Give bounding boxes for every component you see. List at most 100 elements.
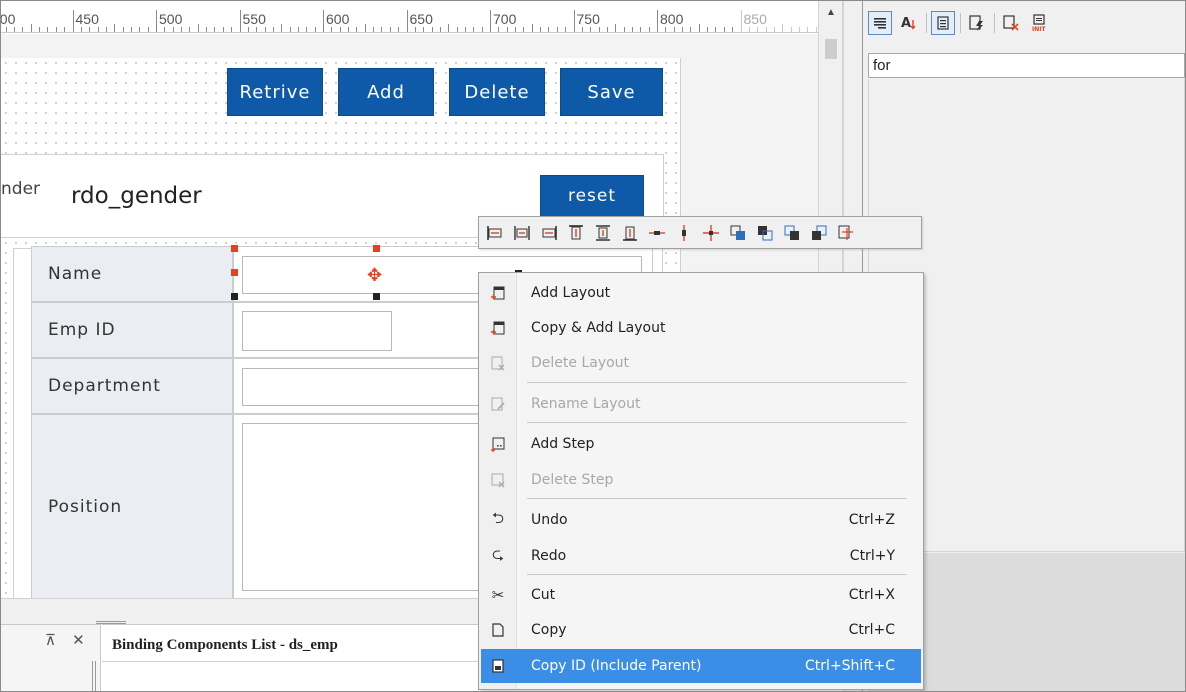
ruler-tick xyxy=(573,10,575,32)
ruler-tick xyxy=(498,27,500,32)
context-menu: Add Layout Copy & Add Layout Delete Layo… xyxy=(478,272,924,690)
ruler-tick xyxy=(281,24,283,32)
rename-layout-icon xyxy=(489,395,507,413)
properties-toolbar: A INIT xyxy=(863,1,1185,51)
ruler-tick xyxy=(540,27,542,32)
panel-grip[interactable] xyxy=(92,661,96,691)
menu-item-cut[interactable]: ✂ Cut Ctrl+X xyxy=(481,578,921,612)
binding-components-title: Binding Components List - ds_emp xyxy=(112,637,338,653)
menu-item-label: Delete Step xyxy=(531,472,614,488)
property-filter-input[interactable]: for xyxy=(868,53,1185,78)
align-right-icon[interactable] xyxy=(537,221,561,245)
ruler-tick xyxy=(222,27,224,32)
send-back-icon[interactable] xyxy=(753,221,777,245)
ruler-tick xyxy=(30,24,32,32)
menu-item-undo[interactable]: ⮌ Undo Ctrl+Z xyxy=(481,503,921,537)
ruler-tick xyxy=(556,27,558,32)
ruler-tick xyxy=(481,27,483,32)
menu-item-label: Add Layout xyxy=(531,285,611,301)
menu-item-add-layout[interactable]: Add Layout xyxy=(481,276,921,310)
menu-separator xyxy=(527,422,907,423)
ruler-tick xyxy=(773,27,775,32)
ruler-tick xyxy=(581,27,583,32)
retrive-button[interactable]: Retrive xyxy=(227,68,323,116)
ruler-tick xyxy=(707,27,709,32)
scroll-thumb[interactable] xyxy=(825,39,837,59)
toolbar-separator xyxy=(994,13,995,33)
send-backward-icon[interactable] xyxy=(807,221,831,245)
menu-item-label: Delete Layout xyxy=(531,355,630,371)
menu-item-shortcut: Ctrl+Z xyxy=(848,512,895,528)
ruler-tick xyxy=(698,24,700,32)
align-bottom-icon[interactable] xyxy=(618,221,642,245)
ruler-tick xyxy=(339,27,341,32)
events-icon[interactable] xyxy=(965,11,989,35)
add-layout-icon xyxy=(489,284,507,302)
selection-handle[interactable] xyxy=(373,245,380,252)
ruler-tick xyxy=(648,27,650,32)
alphabetical-sort-icon[interactable]: A xyxy=(897,11,921,35)
ruler-label: 550 xyxy=(242,11,266,27)
emp-id-label: Emp ID xyxy=(31,302,233,358)
add-button[interactable]: Add xyxy=(338,68,434,116)
menu-item-copy-id-include-parent[interactable]: Copy ID (Include Parent) Ctrl+Shift+C xyxy=(481,649,921,683)
pin-close-icon[interactable]: ⊼ ✕ xyxy=(45,631,91,649)
cut-icon: ✂ xyxy=(491,586,505,604)
menu-item-delete-step[interactable]: Delete Step xyxy=(481,463,921,497)
ruler-tick xyxy=(673,27,675,32)
menu-item-delete-layout[interactable]: Delete Layout xyxy=(481,346,921,380)
ruler-tick xyxy=(765,27,767,32)
ruler-tick xyxy=(323,10,324,32)
ruler-tick xyxy=(815,27,817,32)
ruler-tick xyxy=(423,27,425,32)
ruler-tick xyxy=(456,27,458,32)
menu-item-copy[interactable]: Copy Ctrl+C xyxy=(481,613,921,647)
group-icon[interactable] xyxy=(834,221,858,245)
ruler-tick xyxy=(464,27,466,32)
selection-handle[interactable] xyxy=(231,269,238,276)
save-button[interactable]: Save xyxy=(560,68,663,116)
selection-handle[interactable] xyxy=(373,293,380,300)
ruler-tick xyxy=(723,27,725,32)
menu-item-add-step[interactable]: Add Step xyxy=(481,427,921,461)
menu-item-label: Redo xyxy=(531,548,567,564)
reset-button[interactable]: reset xyxy=(540,175,644,217)
copy-id-icon xyxy=(489,657,507,675)
bring-forward-icon[interactable] xyxy=(780,221,804,245)
menu-item-rename-layout[interactable]: Rename Layout xyxy=(481,387,921,421)
align-middle-vertical-icon[interactable] xyxy=(591,221,615,245)
menu-item-redo[interactable]: ⮎ Redo Ctrl+Y xyxy=(481,539,921,573)
menu-item-label: Rename Layout xyxy=(531,396,641,412)
ruler-tick xyxy=(531,24,533,32)
categorized-view-icon[interactable] xyxy=(868,11,892,35)
property-pages-icon[interactable] xyxy=(931,11,955,35)
selection-handle[interactable] xyxy=(231,245,238,252)
align-left-icon[interactable] xyxy=(483,221,507,245)
delete-button[interactable]: Delete xyxy=(449,68,545,116)
menu-item-label: Add Step xyxy=(531,436,595,452)
align-top-icon[interactable] xyxy=(564,221,588,245)
ruler-tick xyxy=(515,27,517,32)
menu-item-copy-add-layout[interactable]: Copy & Add Layout xyxy=(481,311,921,345)
ruler-label: 750 xyxy=(576,11,600,27)
delete-step-icon xyxy=(489,471,507,489)
ruler-tick xyxy=(598,27,600,32)
move-icon[interactable]: ✥ xyxy=(367,266,382,284)
init-icon[interactable]: INIT xyxy=(1028,11,1052,35)
same-size-icon[interactable] xyxy=(699,221,723,245)
selection-handle[interactable] xyxy=(231,293,238,300)
same-height-icon[interactable] xyxy=(672,221,696,245)
scroll-up-arrow-icon[interactable]: ▲ xyxy=(822,4,840,22)
emp-id-input[interactable] xyxy=(242,311,392,351)
bind-icon[interactable] xyxy=(999,11,1023,35)
copy-add-layout-icon xyxy=(489,319,507,337)
ruler-tick xyxy=(798,27,800,32)
same-width-icon[interactable] xyxy=(645,221,669,245)
bring-front-icon[interactable] xyxy=(726,221,750,245)
align-center-horizontal-icon[interactable] xyxy=(510,221,534,245)
ruler-tick xyxy=(139,27,141,32)
ruler-tick xyxy=(640,27,642,32)
menu-separator xyxy=(527,382,907,383)
ruler-tick xyxy=(164,27,166,32)
ruler-tick xyxy=(331,27,333,32)
